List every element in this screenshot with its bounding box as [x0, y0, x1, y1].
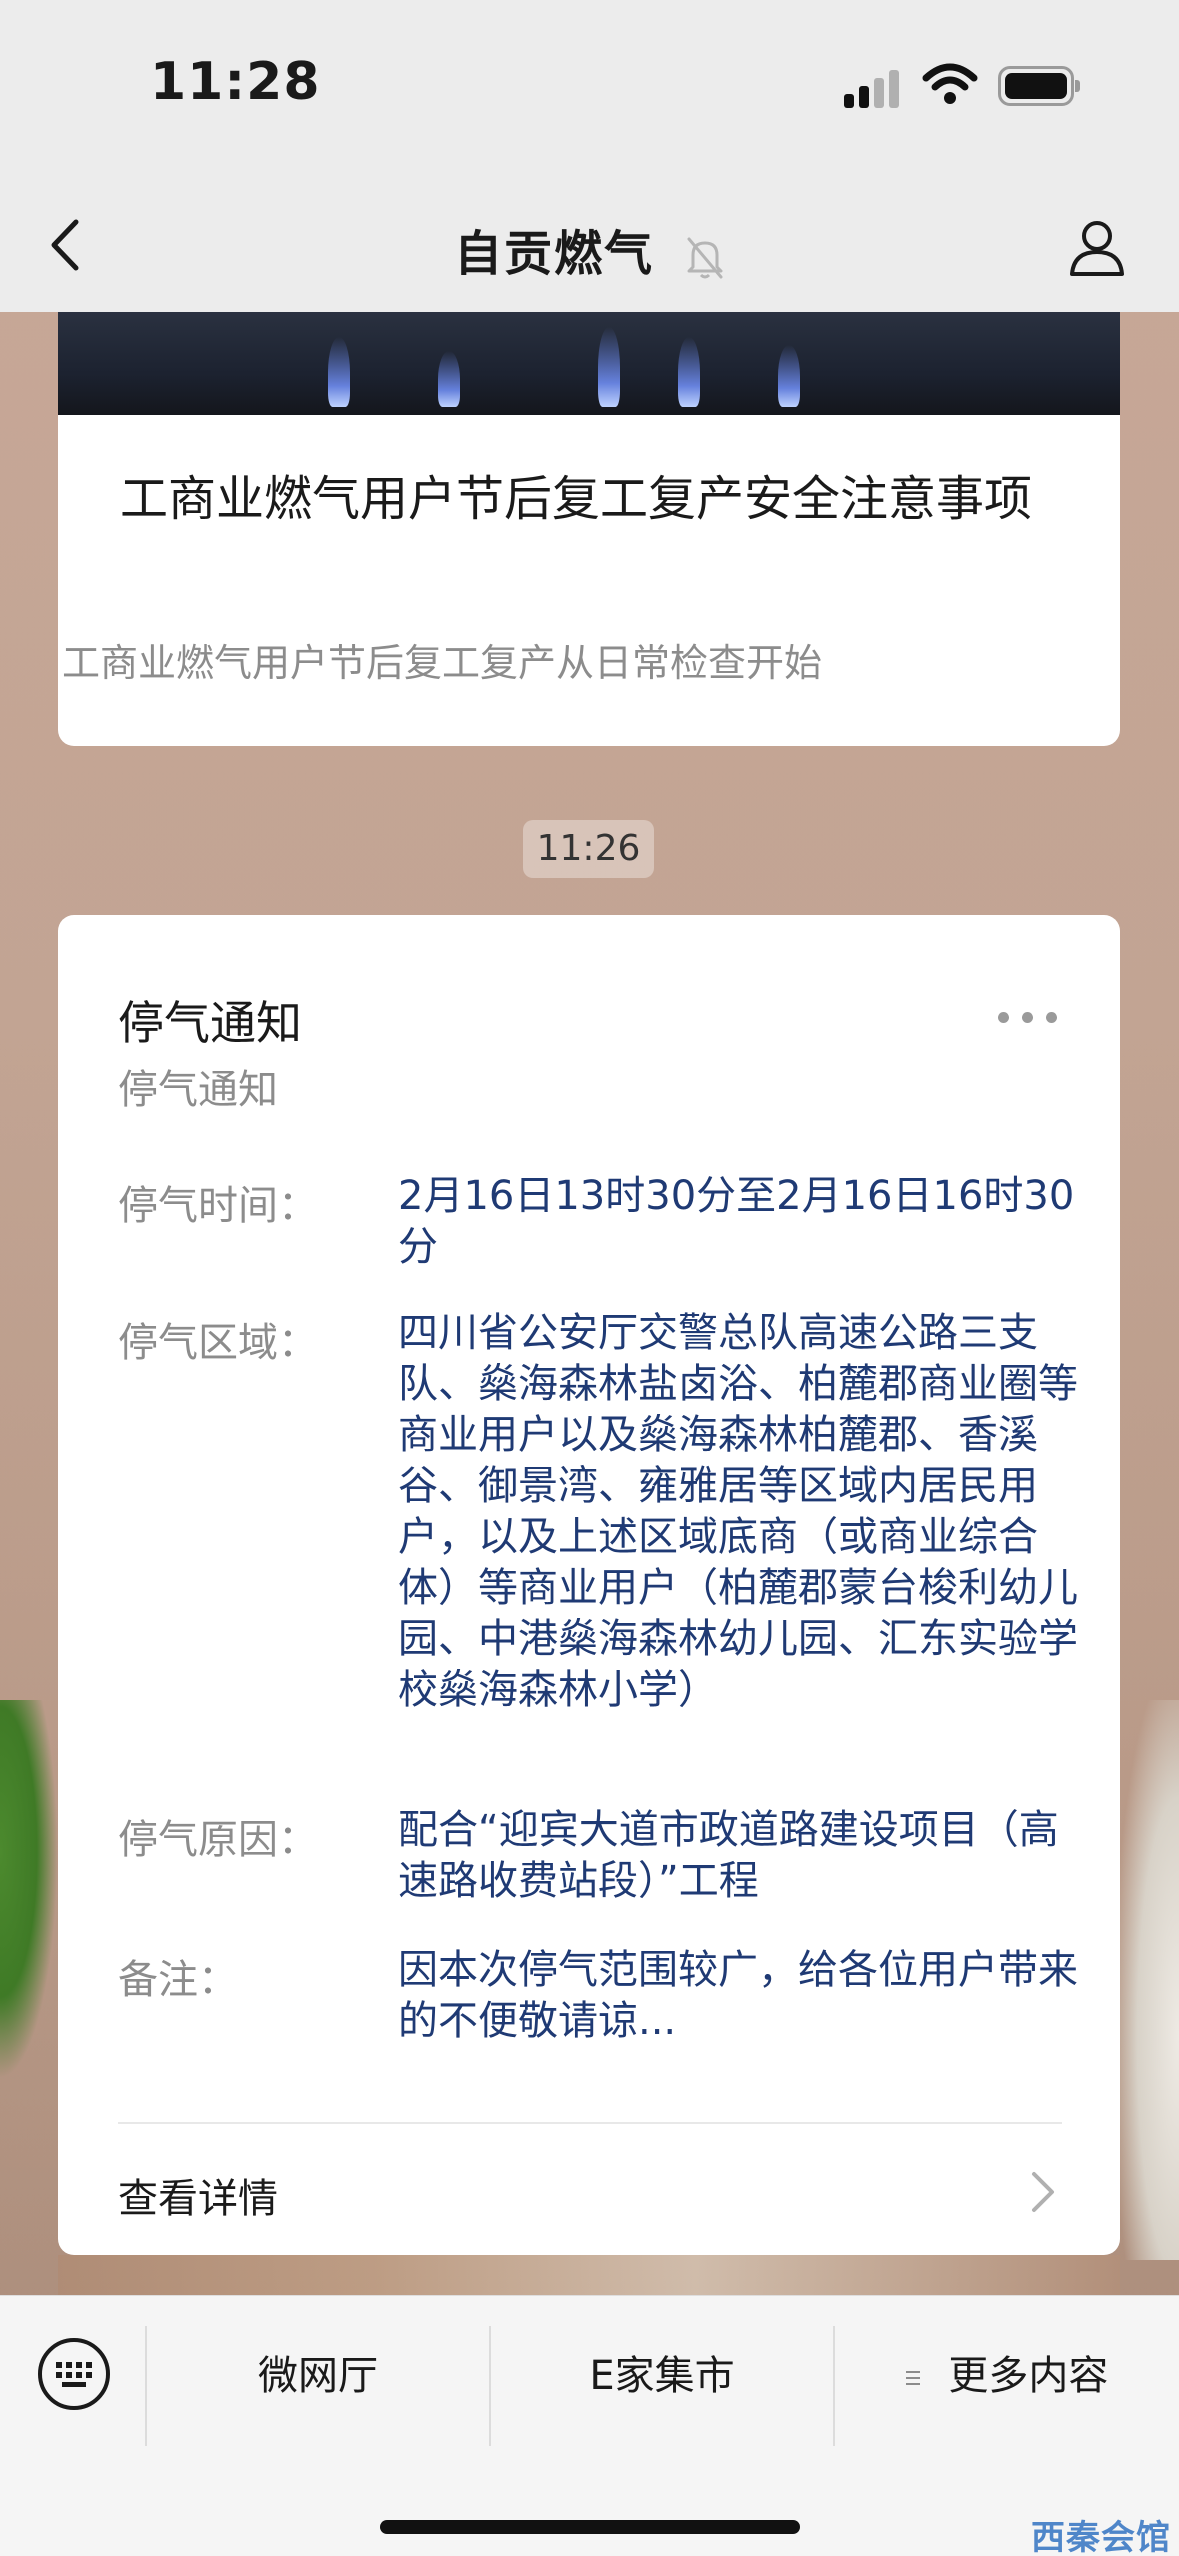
top-bar: 11:28 自贡燃气 [0, 0, 1179, 312]
home-indicator[interactable] [380, 2520, 800, 2534]
notice-title: 停气通知 [118, 996, 302, 1050]
wifi-icon [922, 63, 978, 104]
notice-subtitle: 停气通知 [118, 1067, 278, 1113]
person-icon[interactable] [1062, 212, 1132, 282]
menu-item-e-market[interactable]: E家集市 [491, 2336, 833, 2416]
article-title: 工商业燃气用户节后复工复产安全注意事项 [120, 471, 1033, 527]
field-label-reason: 停气原因： [118, 1817, 318, 1863]
ellipsis-icon[interactable] [998, 1007, 1058, 1027]
battery-icon [998, 66, 1080, 106]
menu-item-label: 微网厅 [258, 2353, 378, 2399]
field-value-reason: 配合“迎宾大道市政道路建设项目（高速路收费站段）”工程 [398, 1807, 1059, 1904]
plush-decoration [1120, 1700, 1179, 2260]
menu-item-micro-hall[interactable]: 微网厅 [147, 2336, 489, 2416]
field-value-area: 四川省公安厅交警总队高速公路三支队、燊海森林盐卤浴、柏麓郡商业圈等商业用户以及燊… [398, 1310, 1078, 1713]
article-description: 工商业燃气用户节后复工复产从日常检查开始 [62, 641, 823, 685]
view-details-label: 查看详情 [118, 2176, 278, 2222]
bottom-menu-bar: 微网厅 E家集市 更多内容 [0, 2295, 1179, 2556]
hamburger-icon [905, 2371, 920, 2385]
view-details-link[interactable]: 查看详情 [58, 2124, 1120, 2255]
watermark: 西秦会馆 [1031, 2518, 1171, 2556]
outage-notice-card: 停气通知 停气通知 停气时间： 2月16日13时30分至2月16日16时30分 … [58, 915, 1120, 2255]
nav-title-wrap: 自贡燃气 [0, 214, 1179, 284]
page-title: 自贡燃气 [454, 226, 655, 282]
status-time: 11:28 [150, 52, 321, 112]
field-label-time: 停气时间： [118, 1183, 318, 1229]
menu-item-more[interactable]: 更多内容 [835, 2336, 1179, 2416]
keyboard-icon[interactable] [36, 2336, 112, 2412]
menu-item-label: E家集市 [589, 2353, 735, 2399]
plant-decoration [0, 1700, 58, 2080]
menu-item-label: 更多内容 [948, 2353, 1109, 2399]
cellular-signal-icon [844, 68, 904, 108]
field-value-time: 2月16日13时30分至2月16日16时30分 [398, 1173, 1075, 1270]
message-timestamp: 11:26 [523, 820, 654, 878]
field-label-area: 停气区域： [118, 1320, 318, 1366]
bell-slash-icon [687, 237, 723, 279]
article-cover-image [58, 312, 1120, 415]
chevron-right-icon [1032, 2172, 1054, 2212]
field-value-remark: 因本次停气范围较广，给各位用户带来的不便敬请谅... [398, 1947, 1078, 2044]
field-label-remark: 备注： [118, 1957, 238, 2003]
background-photo-strip [58, 2255, 1120, 2295]
